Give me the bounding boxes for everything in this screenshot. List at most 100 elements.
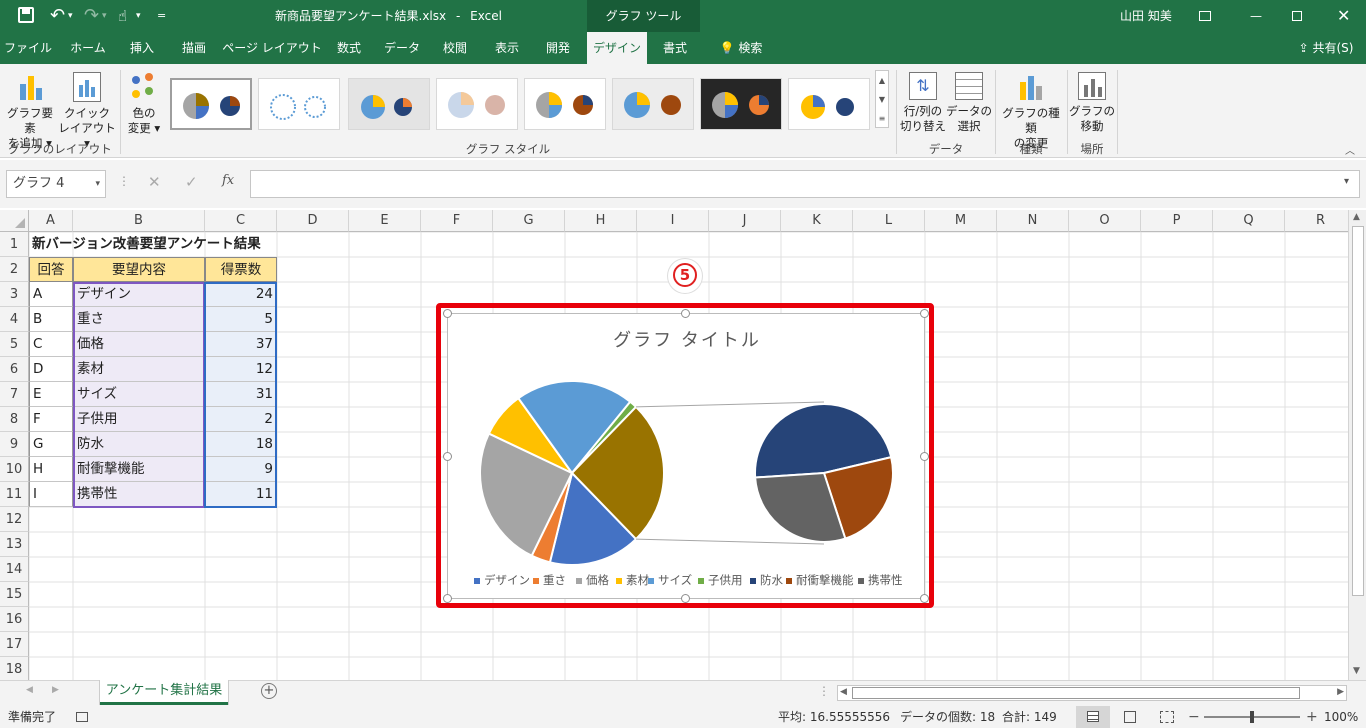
tab-page-layout[interactable]: ページ レイアウト — [222, 32, 322, 64]
expand-formula-icon[interactable]: ▾ — [1344, 176, 1349, 187]
votes-cell[interactable]: 31 — [205, 382, 277, 407]
answer-cell[interactable]: A — [29, 282, 73, 307]
column-header[interactable]: E — [349, 210, 421, 232]
column-header[interactable]: H — [565, 210, 637, 232]
zoom-in-icon[interactable]: + — [1306, 706, 1318, 728]
tab-view[interactable]: 表示 — [482, 32, 532, 64]
resize-handle[interactable] — [920, 594, 929, 603]
resize-handle[interactable] — [443, 309, 452, 318]
tab-review[interactable]: 校閲 — [430, 32, 480, 64]
select-data-button[interactable]: データの 選択 — [946, 70, 992, 134]
row-header[interactable]: 4 — [0, 307, 29, 332]
header-cell[interactable]: 得票数 — [205, 257, 277, 282]
column-header[interactable]: R — [1285, 210, 1357, 232]
tab-formulas[interactable]: 数式 — [324, 32, 374, 64]
horizontal-scroll-thumb[interactable] — [852, 687, 1300, 699]
chart-style-2[interactable] — [258, 78, 340, 130]
chart-area[interactable]: グラフ タイトル デザイン 重さ 価格 素材 サイズ 子供用 防水 耐衝撃機能 携帯性 — [447, 313, 925, 599]
touch-mode-icon[interactable]: ☝ — [118, 0, 127, 32]
answer-cell[interactable]: B — [29, 307, 73, 332]
tab-insert[interactable]: 挿入 — [116, 32, 168, 64]
row-header[interactable]: 9 — [0, 432, 29, 457]
chart-style-3[interactable] — [348, 78, 430, 130]
legend-item[interactable]: 携帯性 — [858, 572, 903, 588]
column-header[interactable]: K — [781, 210, 853, 232]
votes-cell[interactable]: 24 — [205, 282, 277, 307]
name-box-dropdown-icon[interactable]: ▾ — [95, 171, 100, 197]
change-chart-type-button[interactable]: グラフの種類 の変更 — [997, 70, 1065, 151]
votes-cell[interactable]: 18 — [205, 432, 277, 457]
row-header[interactable]: 17 — [0, 632, 29, 657]
row-header[interactable]: 6 — [0, 357, 29, 382]
tab-format[interactable]: 書式 — [650, 32, 700, 64]
request-cell[interactable]: サイズ — [73, 382, 205, 407]
save-icon[interactable] — [18, 7, 34, 23]
vertical-scrollbar[interactable]: ▲ ▼ — [1348, 210, 1366, 680]
formula-input[interactable] — [250, 170, 1360, 198]
zoom-slider[interactable] — [1204, 711, 1300, 723]
worksheet-grid[interactable]: ABCDEFGHIJKLMNOPQR 1 2 3 4 5 6 7 8 9 10 11 12 13 14 15… — [0, 210, 1366, 680]
legend-item[interactable]: 素材 — [616, 572, 649, 588]
tab-draw[interactable]: 描画 — [168, 32, 220, 64]
vertical-scroll-thumb[interactable] — [1352, 226, 1364, 596]
legend-item[interactable]: サイズ — [648, 572, 692, 588]
votes-cell[interactable]: 37 — [205, 332, 277, 357]
resize-handle[interactable] — [681, 594, 690, 603]
scroll-right-icon[interactable]: ▶ — [1337, 687, 1344, 697]
row-header[interactable]: 14 — [0, 557, 29, 582]
answer-cell[interactable]: E — [29, 382, 73, 407]
chart-style-7[interactable] — [700, 78, 782, 130]
row-header[interactable]: 2 — [0, 257, 29, 282]
column-header[interactable]: F — [421, 210, 493, 232]
row-header[interactable]: 3 — [0, 282, 29, 307]
switch-row-column-button[interactable]: ⇅ 行/列の 切り替え — [898, 70, 948, 134]
answer-cell[interactable]: G — [29, 432, 73, 457]
tab-file[interactable]: ファイル — [0, 32, 56, 64]
legend-item[interactable]: デザイン — [474, 572, 530, 588]
request-cell[interactable]: デザイン — [73, 282, 205, 307]
legend-item[interactable]: 重さ — [533, 572, 566, 588]
chart-style-1[interactable] — [170, 78, 252, 130]
move-chart-button[interactable]: グラフの 移動 — [1069, 70, 1115, 134]
legend-item[interactable]: 子供用 — [698, 572, 743, 588]
resize-handle[interactable] — [681, 309, 690, 318]
redo-icon[interactable]: ↷ — [84, 0, 99, 32]
normal-view-icon[interactable] — [1076, 706, 1110, 728]
column-header[interactable]: J — [709, 210, 781, 232]
chart-style-8[interactable] — [788, 78, 870, 130]
answer-cell[interactable]: F — [29, 407, 73, 432]
votes-cell[interactable]: 9 — [205, 457, 277, 482]
sheet-tab-active[interactable]: アンケート集計結果 — [100, 680, 228, 705]
status-count[interactable]: データの個数: 18 — [900, 706, 995, 728]
votes-cell[interactable]: 11 — [205, 482, 277, 507]
enter-icon[interactable]: ✓ — [185, 173, 198, 191]
chart-style-6[interactable] — [612, 78, 694, 130]
column-header[interactable]: O — [1069, 210, 1141, 232]
share-button[interactable]: ⇪ 共有(S) — [1288, 32, 1364, 64]
answer-cell[interactable]: H — [29, 457, 73, 482]
row-header[interactable]: 16 — [0, 607, 29, 632]
answer-cell[interactable]: D — [29, 357, 73, 382]
request-cell[interactable]: 素材 — [73, 357, 205, 382]
qat-customize-icon[interactable]: = — [157, 0, 166, 32]
row-header[interactable]: 5 — [0, 332, 29, 357]
answer-cell[interactable]: C — [29, 332, 73, 357]
tab-data[interactable]: データ — [376, 32, 428, 64]
pie-of-pie-chart[interactable] — [448, 314, 926, 600]
header-cell[interactable]: 要望内容 — [73, 257, 205, 282]
column-header[interactable]: A — [29, 210, 73, 232]
legend-item[interactable]: 価格 — [576, 572, 609, 588]
macro-record-icon[interactable] — [76, 712, 88, 722]
row-header[interactable]: 13 — [0, 532, 29, 557]
chart-style-5[interactable] — [524, 78, 606, 130]
tab-design[interactable]: デザイン — [587, 32, 647, 64]
legend-item[interactable]: 防水 — [750, 572, 783, 588]
scroll-down-icon[interactable]: ▼ — [1353, 666, 1360, 676]
request-cell[interactable]: 子供用 — [73, 407, 205, 432]
page-break-view-icon[interactable] — [1160, 711, 1174, 723]
next-sheet-icon[interactable]: ▶ — [52, 685, 59, 695]
row-header[interactable]: 7 — [0, 382, 29, 407]
row-header[interactable]: 8 — [0, 407, 29, 432]
chart-styles-gallery[interactable]: ▲ ▼ ≡ — [170, 70, 890, 132]
row-header[interactable]: 15 — [0, 582, 29, 607]
